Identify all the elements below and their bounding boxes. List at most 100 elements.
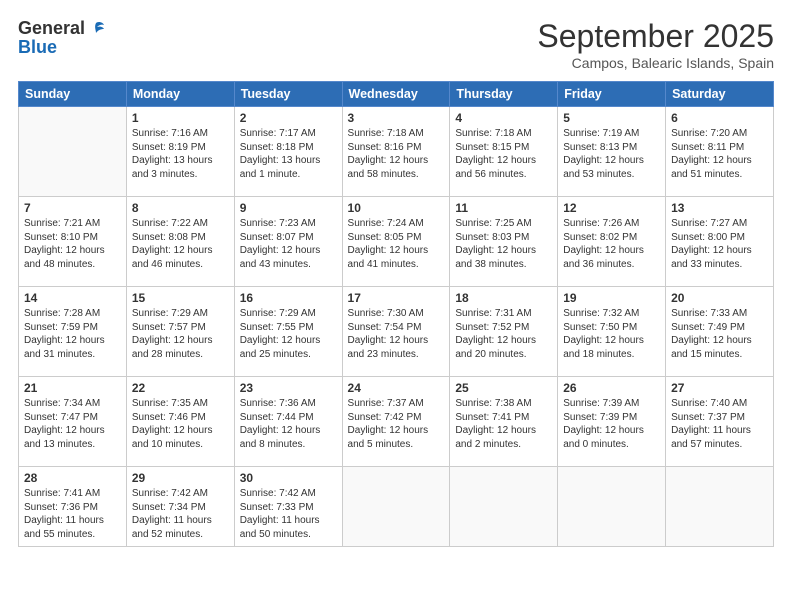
cell-info: Sunset: 7:42 PM	[348, 411, 445, 425]
cell-info: Sunrise: 7:31 AM	[455, 307, 552, 321]
cell-info: Sunset: 8:07 PM	[240, 231, 337, 245]
cell-info: Daylight: 12 hours	[563, 334, 660, 348]
cell-info: Sunrise: 7:32 AM	[563, 307, 660, 321]
col-thursday: Thursday	[450, 82, 558, 107]
cell-info: Daylight: 11 hours	[24, 514, 121, 528]
table-row: 18Sunrise: 7:31 AMSunset: 7:52 PMDayligh…	[450, 287, 558, 377]
cell-info: Sunrise: 7:37 AM	[348, 397, 445, 411]
day-number: 20	[671, 291, 768, 305]
cell-info: Sunrise: 7:22 AM	[132, 217, 229, 231]
table-row: 28Sunrise: 7:41 AMSunset: 7:36 PMDayligh…	[19, 467, 127, 547]
cell-info: Sunset: 7:34 PM	[132, 501, 229, 515]
cell-info: Sunset: 7:52 PM	[455, 321, 552, 335]
cell-info: Daylight: 12 hours	[132, 334, 229, 348]
day-number: 25	[455, 381, 552, 395]
day-number: 24	[348, 381, 445, 395]
cell-info: Sunrise: 7:42 AM	[240, 487, 337, 501]
calendar-week-row: 28Sunrise: 7:41 AMSunset: 7:36 PMDayligh…	[19, 467, 774, 547]
day-number: 8	[132, 201, 229, 215]
table-row	[450, 467, 558, 547]
cell-info: Daylight: 12 hours	[563, 244, 660, 258]
cell-info: and 2 minutes.	[455, 438, 552, 452]
cell-info: Sunset: 7:47 PM	[24, 411, 121, 425]
cell-info: Daylight: 12 hours	[24, 334, 121, 348]
cell-info: Sunset: 7:46 PM	[132, 411, 229, 425]
table-row: 21 Sunrise: 7:34 AMSunset: 7:47 PMDayligh…	[19, 377, 127, 467]
cell-info: Daylight: 12 hours	[455, 154, 552, 168]
day-number: 17	[348, 291, 445, 305]
cell-info: Sunset: 8:15 PM	[455, 141, 552, 155]
cell-info: Daylight: 12 hours	[455, 424, 552, 438]
table-row	[342, 467, 450, 547]
cell-info: Sunset: 7:54 PM	[348, 321, 445, 335]
day-number: 19	[563, 291, 660, 305]
cell-info: Sunset: 7:36 PM	[24, 501, 121, 515]
cell-info: Sunrise: 7:27 AM	[671, 217, 768, 231]
logo-text: General Blue	[18, 18, 107, 58]
table-row: 15Sunrise: 7:29 AMSunset: 7:57 PMDayligh…	[126, 287, 234, 377]
cell-info: and 1 minute.	[240, 168, 337, 182]
table-row	[666, 467, 774, 547]
day-number: 5	[563, 111, 660, 125]
table-row	[558, 467, 666, 547]
cell-info: Sunset: 8:11 PM	[671, 141, 768, 155]
cell-info: and 55 minutes.	[24, 528, 121, 542]
table-row: 14Sunrise: 7:28 AMSunset: 7:59 PMDayligh…	[19, 287, 127, 377]
cell-info: and 31 minutes.	[24, 348, 121, 362]
cell-info: Daylight: 12 hours	[348, 244, 445, 258]
calendar-table: Sunday Monday Tuesday Wednesday Thursday…	[18, 81, 774, 547]
table-row: 26Sunrise: 7:39 AMSunset: 7:39 PMDayligh…	[558, 377, 666, 467]
day-number: 30	[240, 471, 337, 485]
day-number: 28	[24, 471, 121, 485]
cell-info: Sunrise: 7:34 AM	[24, 397, 121, 411]
table-row: 17Sunrise: 7:30 AMSunset: 7:54 PMDayligh…	[342, 287, 450, 377]
col-tuesday: Tuesday	[234, 82, 342, 107]
table-row: 7Sunrise: 7:21 AMSunset: 8:10 PMDaylight…	[19, 197, 127, 287]
table-row: 22Sunrise: 7:35 AMSunset: 7:46 PMDayligh…	[126, 377, 234, 467]
cell-info: and 52 minutes.	[132, 528, 229, 542]
cell-info: Sunrise: 7:20 AM	[671, 127, 768, 141]
table-row: 19Sunrise: 7:32 AMSunset: 7:50 PMDayligh…	[558, 287, 666, 377]
col-sunday: Sunday	[19, 82, 127, 107]
cell-info: and 3 minutes.	[132, 168, 229, 182]
cell-info: and 38 minutes.	[455, 258, 552, 272]
day-number: 21	[24, 381, 121, 395]
calendar-week-row: 14Sunrise: 7:28 AMSunset: 7:59 PMDayligh…	[19, 287, 774, 377]
table-row: 3Sunrise: 7:18 AMSunset: 8:16 PMDaylight…	[342, 107, 450, 197]
table-row: 2Sunrise: 7:17 AMSunset: 8:18 PMDaylight…	[234, 107, 342, 197]
cell-info: Sunset: 7:33 PM	[240, 501, 337, 515]
cell-info: Sunrise: 7:16 AM	[132, 127, 229, 141]
cell-info: Sunset: 8:05 PM	[348, 231, 445, 245]
day-number: 4	[455, 111, 552, 125]
cell-info: Sunset: 7:59 PM	[24, 321, 121, 335]
cell-info: Daylight: 12 hours	[24, 424, 121, 438]
day-number: 9	[240, 201, 337, 215]
day-number: 18	[455, 291, 552, 305]
table-row: 1Sunrise: 7:16 AMSunset: 8:19 PMDaylight…	[126, 107, 234, 197]
cell-info: and 50 minutes.	[240, 528, 337, 542]
cell-info: Daylight: 12 hours	[671, 244, 768, 258]
cell-info: Sunrise: 7:23 AM	[240, 217, 337, 231]
cell-info: and 41 minutes.	[348, 258, 445, 272]
day-number: 12	[563, 201, 660, 215]
table-row: 6Sunrise: 7:20 AMSunset: 8:11 PMDaylight…	[666, 107, 774, 197]
table-row: 27Sunrise: 7:40 AMSunset: 7:37 PMDayligh…	[666, 377, 774, 467]
table-row: 8Sunrise: 7:22 AMSunset: 8:08 PMDaylight…	[126, 197, 234, 287]
cell-info: and 33 minutes.	[671, 258, 768, 272]
cell-info: Daylight: 12 hours	[348, 154, 445, 168]
cell-info: Sunrise: 7:35 AM	[132, 397, 229, 411]
day-number: 2	[240, 111, 337, 125]
day-number: 26	[563, 381, 660, 395]
col-friday: Friday	[558, 82, 666, 107]
cell-info: and 43 minutes.	[240, 258, 337, 272]
table-row: 4Sunrise: 7:18 AMSunset: 8:15 PMDaylight…	[450, 107, 558, 197]
page: General Blue September 2025 Campos, Bale…	[0, 0, 792, 612]
cell-info: Daylight: 12 hours	[348, 424, 445, 438]
cell-info: and 23 minutes.	[348, 348, 445, 362]
cell-info: Sunrise: 7:24 AM	[348, 217, 445, 231]
calendar-week-row: 21Sunrise: 7:34 AMSunset: 7:47 PMDayligh…	[19, 377, 774, 467]
cell-info: Sunrise: 7:18 AM	[348, 127, 445, 141]
cell-info: Daylight: 13 hours	[132, 154, 229, 168]
cell-info: and 36 minutes.	[563, 258, 660, 272]
cell-info: Sunset: 8:13 PM	[563, 141, 660, 155]
